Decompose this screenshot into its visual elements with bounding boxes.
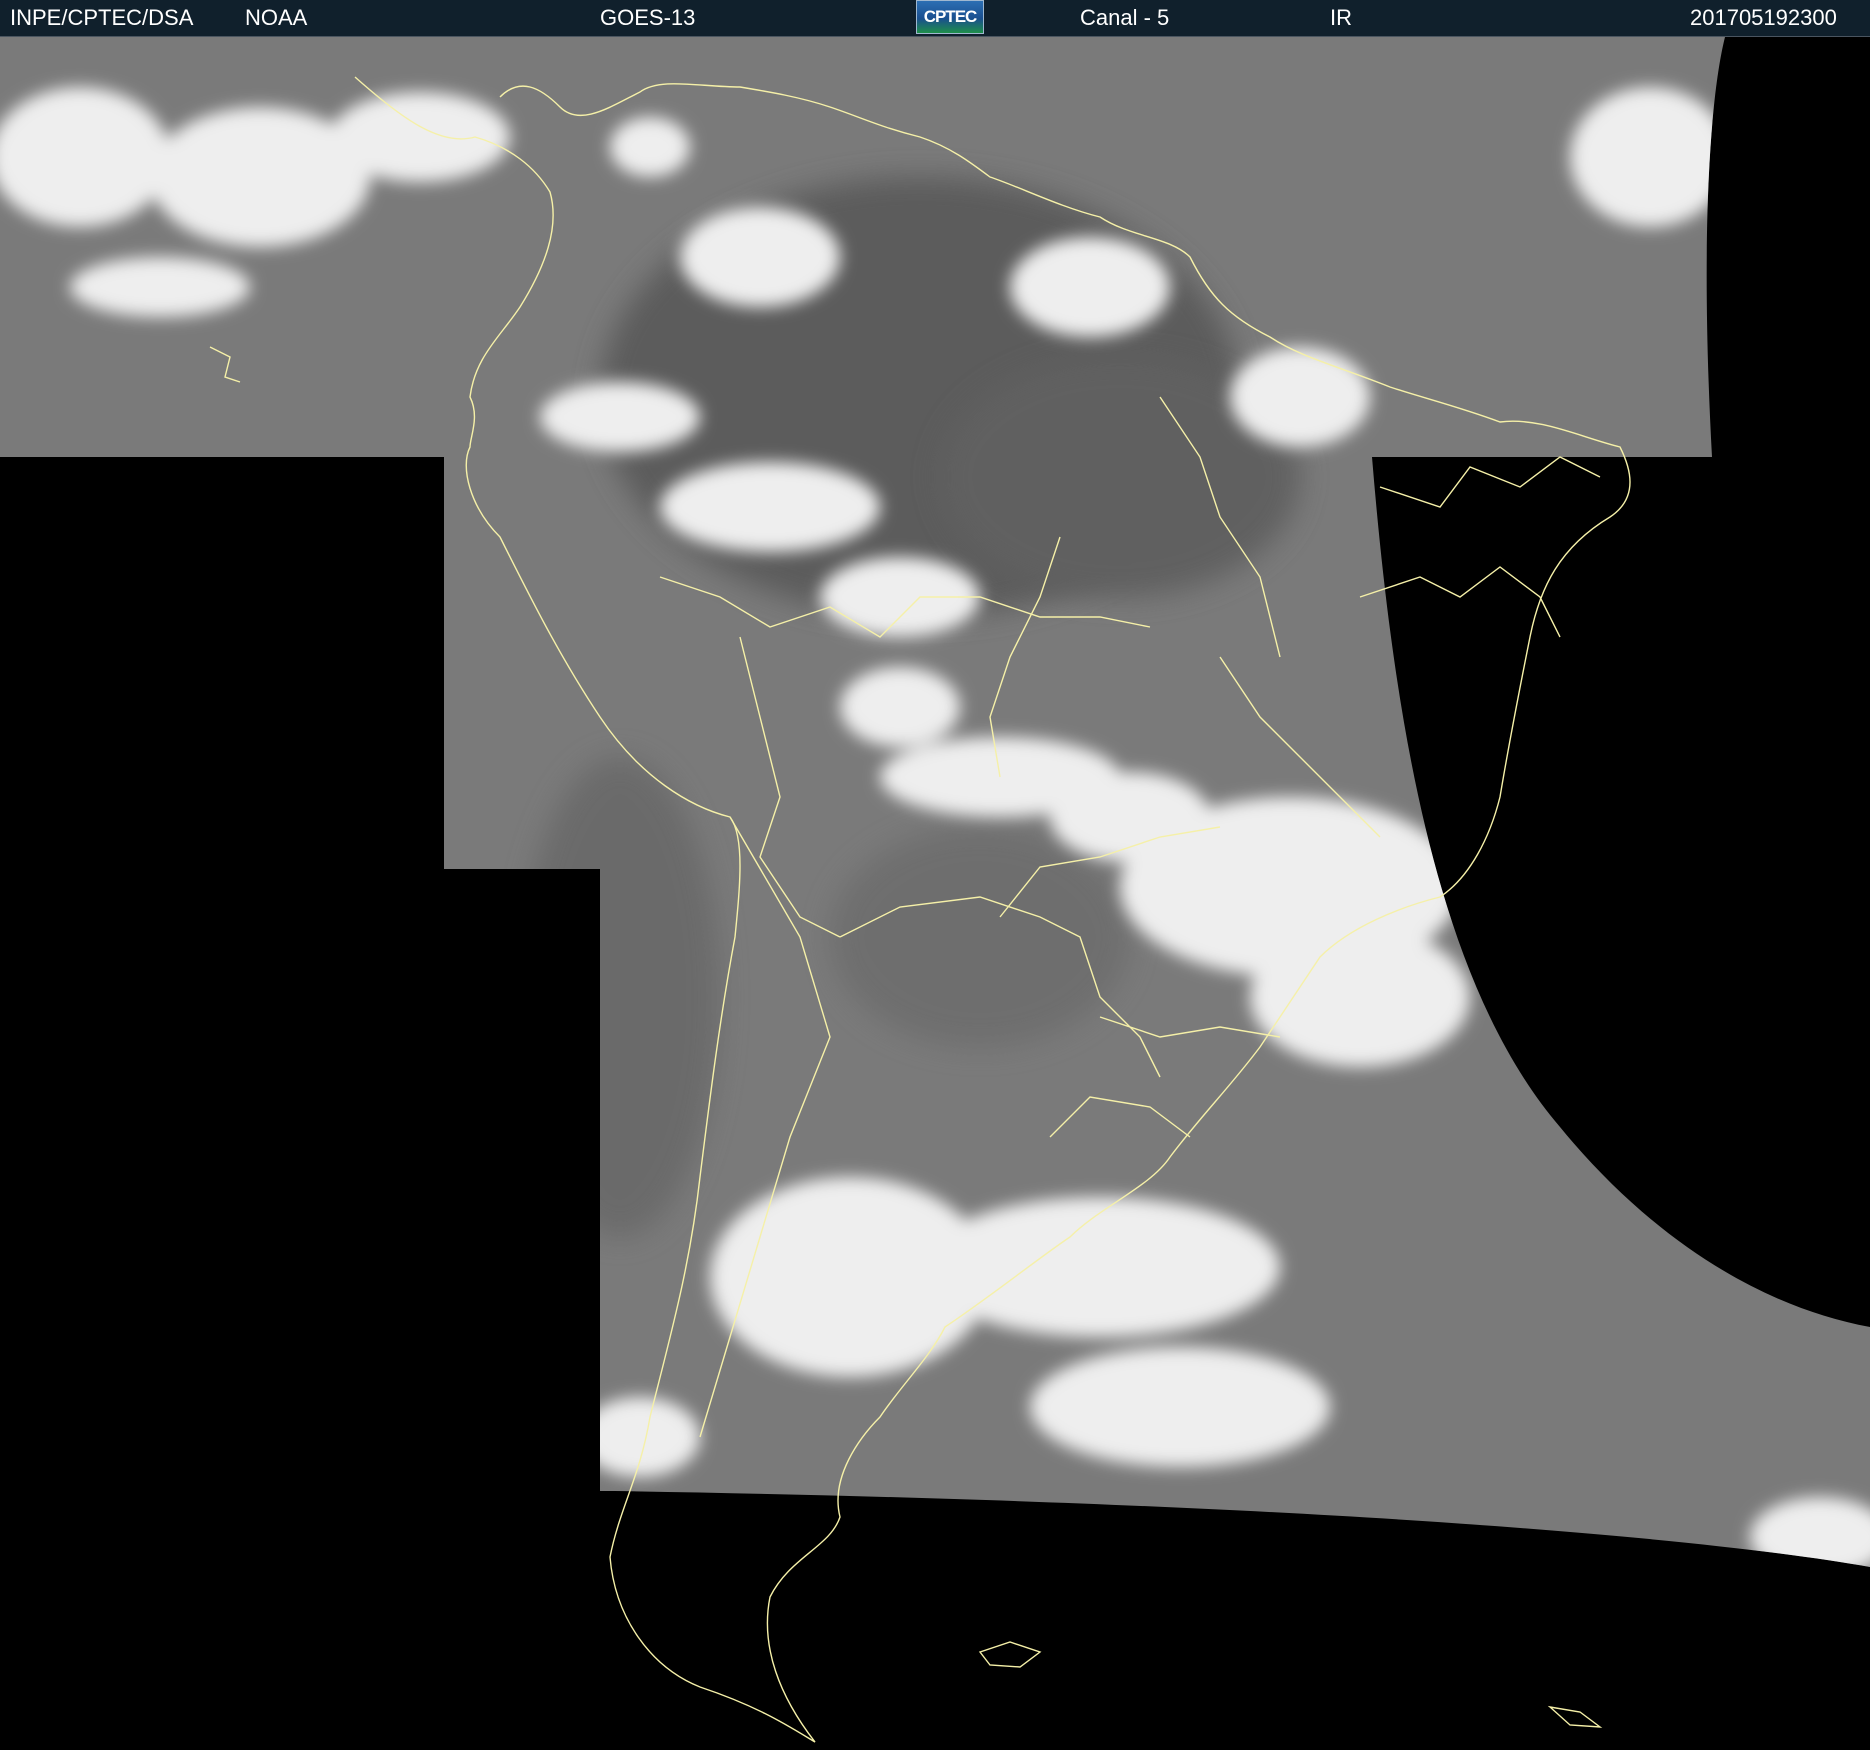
agency-label: NOAA bbox=[245, 5, 308, 30]
cloud bbox=[70, 257, 250, 317]
band-label: IR bbox=[1330, 5, 1352, 30]
satellite-map bbox=[0, 37, 1870, 1750]
image-header: INPE/CPTEC/DSA NOAA GOES-13 CPTEC Canal … bbox=[0, 0, 1870, 37]
cloud bbox=[680, 207, 840, 307]
cloud bbox=[660, 462, 880, 552]
cloud-system bbox=[1250, 927, 1470, 1067]
timestamp-label: 201705192300 bbox=[1690, 5, 1837, 30]
frontal-cloud bbox=[920, 1197, 1280, 1337]
cloud bbox=[1570, 87, 1730, 227]
satellite-label: GOES-13 bbox=[600, 5, 696, 30]
cloud bbox=[1010, 237, 1170, 337]
institution-label: INPE/CPTEC/DSA bbox=[10, 5, 194, 30]
cloud bbox=[330, 92, 510, 182]
frontal-cloud bbox=[1030, 1347, 1330, 1467]
cloud bbox=[540, 382, 700, 452]
cptec-logo: CPTEC bbox=[916, 0, 984, 34]
cloud bbox=[840, 667, 960, 747]
cloud bbox=[1230, 347, 1370, 447]
logo-text: CPTEC bbox=[923, 7, 978, 26]
cloud bbox=[610, 117, 690, 177]
channel-label: Canal - 5 bbox=[1080, 5, 1170, 30]
